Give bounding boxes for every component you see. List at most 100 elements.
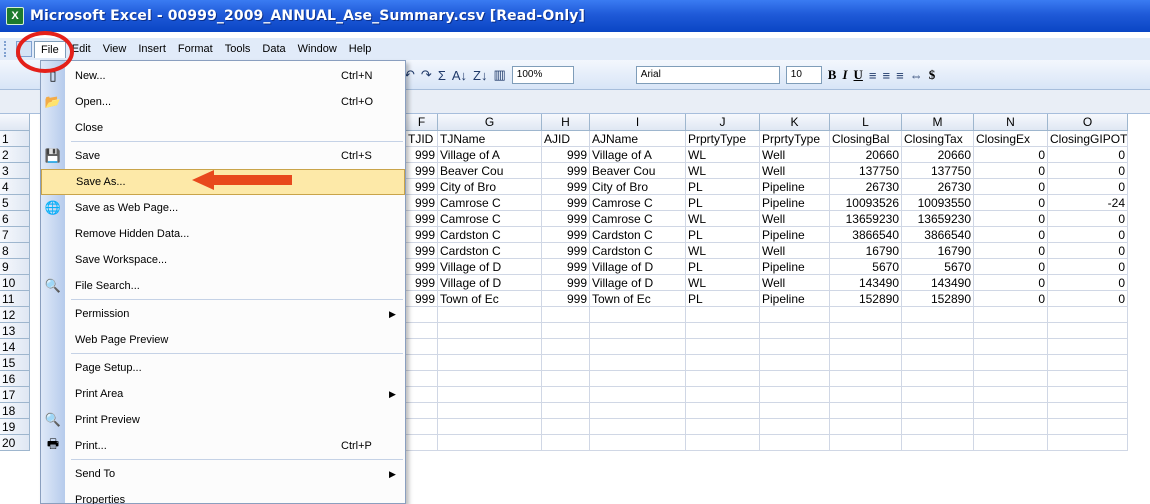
cell[interactable]: 0 <box>974 179 1048 195</box>
cell[interactable] <box>902 387 974 403</box>
cell[interactable]: Village of D <box>438 259 542 275</box>
cell[interactable]: AJID <box>542 131 590 147</box>
cell[interactable] <box>406 323 438 339</box>
cell[interactable]: 999 <box>406 291 438 307</box>
cell[interactable] <box>542 339 590 355</box>
cell[interactable] <box>438 307 542 323</box>
cell[interactable]: 0 <box>974 291 1048 307</box>
cell[interactable] <box>1048 403 1128 419</box>
cell[interactable]: 999 <box>542 275 590 291</box>
cell[interactable]: Beaver Cou <box>438 163 542 179</box>
cell[interactable] <box>590 339 686 355</box>
cell[interactable]: Camrose C <box>590 211 686 227</box>
cell[interactable]: WL <box>686 275 760 291</box>
cell[interactable]: 999 <box>542 259 590 275</box>
cell[interactable]: 152890 <box>902 291 974 307</box>
cell[interactable] <box>760 371 830 387</box>
cell[interactable] <box>406 339 438 355</box>
cell[interactable]: 0 <box>974 163 1048 179</box>
cell[interactable]: AJName <box>590 131 686 147</box>
row-header[interactable]: 17 <box>0 387 30 403</box>
excel-app-icon[interactable]: X <box>6 7 24 25</box>
cell[interactable] <box>542 435 590 451</box>
cell[interactable]: 143490 <box>830 275 902 291</box>
file-menu-item-page-setup[interactable]: Page Setup... <box>41 355 405 381</box>
cell[interactable] <box>902 419 974 435</box>
cell[interactable] <box>590 355 686 371</box>
cell[interactable]: PL <box>686 291 760 307</box>
cell[interactable] <box>438 323 542 339</box>
cell[interactable]: 5670 <box>902 259 974 275</box>
file-menu-item-print[interactable]: 🖶 Print... Ctrl+P <box>41 433 405 459</box>
cell[interactable] <box>542 355 590 371</box>
cell[interactable] <box>974 387 1048 403</box>
cell[interactable]: 999 <box>406 211 438 227</box>
row-header[interactable]: 18 <box>0 403 30 419</box>
cell[interactable] <box>760 387 830 403</box>
cell[interactable]: Village of D <box>438 275 542 291</box>
cell[interactable]: Cardston C <box>590 243 686 259</box>
file-menu-item-save-as-web-page[interactable]: 🌐 Save as Web Page... <box>41 195 405 221</box>
cell[interactable]: 999 <box>542 227 590 243</box>
cell[interactable]: Well <box>760 243 830 259</box>
row-header[interactable]: 3 <box>0 163 30 179</box>
cell[interactable] <box>974 403 1048 419</box>
cell[interactable]: -24 <box>1048 195 1128 211</box>
column-header[interactable]: O <box>1048 114 1128 131</box>
cell[interactable]: Cardston C <box>438 227 542 243</box>
font-size-select[interactable]: 10 <box>785 66 822 84</box>
menu-format[interactable]: Format <box>172 41 219 58</box>
cell[interactable] <box>830 307 902 323</box>
column-header[interactable]: F <box>406 114 438 131</box>
cell[interactable] <box>406 355 438 371</box>
select-all-corner[interactable] <box>0 114 30 131</box>
file-menu-item-web-page-preview[interactable]: Web Page Preview <box>41 327 405 353</box>
cell[interactable]: Beaver Cou <box>590 163 686 179</box>
cell[interactable] <box>686 387 760 403</box>
column-header[interactable]: I <box>590 114 686 131</box>
cell[interactable] <box>686 435 760 451</box>
cell[interactable] <box>438 387 542 403</box>
cell[interactable]: 5670 <box>830 259 902 275</box>
cell[interactable] <box>542 307 590 323</box>
row-header[interactable]: 13 <box>0 323 30 339</box>
cell[interactable] <box>760 419 830 435</box>
cell[interactable]: City of Bro <box>438 179 542 195</box>
cell[interactable]: 26730 <box>830 179 902 195</box>
cell[interactable]: 137750 <box>830 163 902 179</box>
cell[interactable] <box>686 307 760 323</box>
cell[interactable]: 0 <box>974 147 1048 163</box>
currency-button[interactable]: $ <box>929 67 936 83</box>
align-right-icon[interactable]: ≡ <box>896 68 904 83</box>
cell[interactable]: 0 <box>974 211 1048 227</box>
cell[interactable]: Cardston C <box>438 243 542 259</box>
cell[interactable]: 10093526 <box>830 195 902 211</box>
cell[interactable] <box>438 371 542 387</box>
cell[interactable]: PL <box>686 227 760 243</box>
cell[interactable]: PrprtyType <box>760 131 830 147</box>
file-menu-item-save-workspace[interactable]: Save Workspace... <box>41 247 405 273</box>
cell[interactable]: Village of D <box>590 259 686 275</box>
file-menu-item-new[interactable]: ▯ New... Ctrl+N <box>41 63 405 89</box>
row-header[interactable]: 11 <box>0 291 30 307</box>
cell[interactable]: 999 <box>406 147 438 163</box>
cell[interactable]: 999 <box>542 195 590 211</box>
cell[interactable] <box>974 419 1048 435</box>
cell[interactable] <box>974 323 1048 339</box>
cell[interactable] <box>438 435 542 451</box>
file-menu-item-print-area[interactable]: Print Area ▶ <box>41 381 405 407</box>
cell[interactable]: 152890 <box>830 291 902 307</box>
file-menu-item-file-search[interactable]: 🔍 File Search... <box>41 273 405 299</box>
cell[interactable] <box>830 371 902 387</box>
cell[interactable] <box>1048 419 1128 435</box>
bold-button[interactable]: B <box>828 67 837 83</box>
row-header[interactable]: 4 <box>0 179 30 195</box>
cell[interactable]: Pipeline <box>760 291 830 307</box>
cell[interactable] <box>590 307 686 323</box>
row-header[interactable]: 12 <box>0 307 30 323</box>
file-menu-item-remove-hidden-data[interactable]: Remove Hidden Data... <box>41 221 405 247</box>
cell[interactable]: 999 <box>542 179 590 195</box>
column-header[interactable]: N <box>974 114 1048 131</box>
cell[interactable] <box>686 403 760 419</box>
cell[interactable]: Well <box>760 147 830 163</box>
